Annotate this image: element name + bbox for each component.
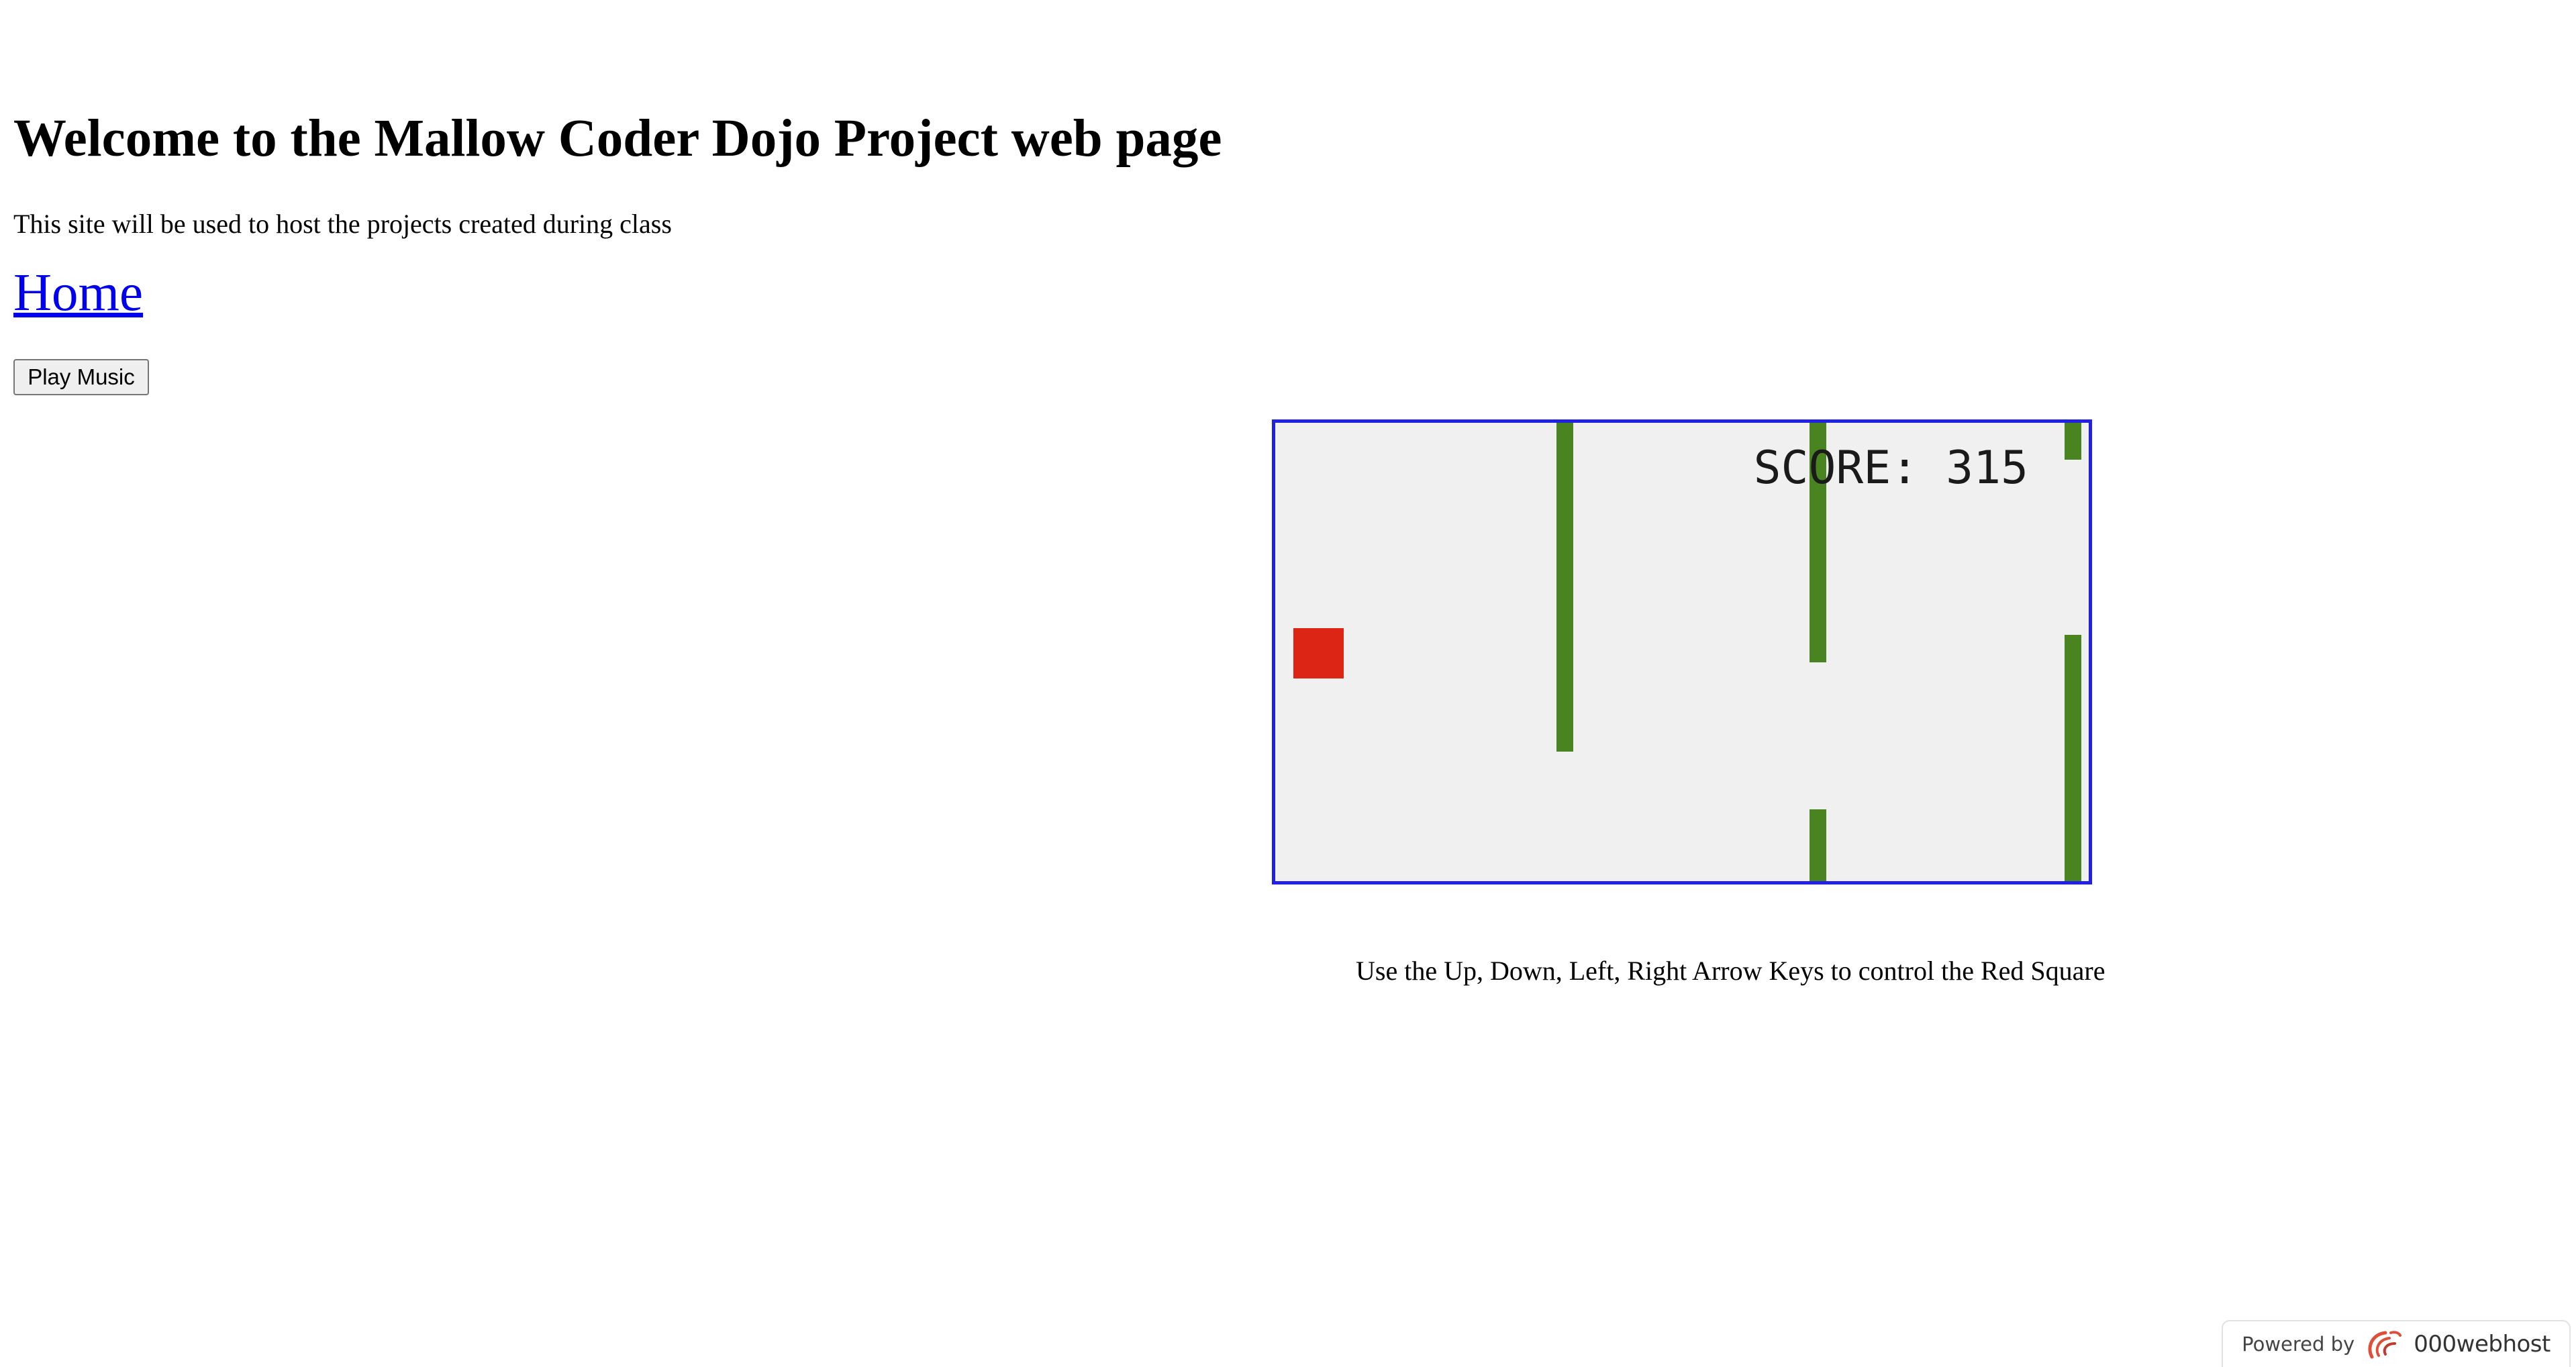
powered-by-label: Powered by [2242, 1333, 2355, 1356]
play-music-button[interactable]: Play Music [13, 359, 149, 395]
obstacle-top-3 [2065, 423, 2081, 460]
page-title: Welcome to the Mallow Coder Dojo Project… [13, 109, 1222, 168]
powered-by-badge[interactable]: Powered by 000webhost [2222, 1320, 2571, 1367]
home-link[interactable]: Home [13, 262, 143, 325]
000webhost-logo-icon [2365, 1327, 2403, 1361]
obstacle-bottom-2 [1810, 809, 1826, 881]
player-red-square [1293, 628, 1344, 678]
obstacle-bottom-3 [2065, 635, 2081, 881]
obstacle-top-1 [1556, 423, 1573, 752]
game-instructions: Use the Up, Down, Left, Right Arrow Keys… [1356, 956, 2106, 986]
host-name: 000webhost [2414, 1331, 2550, 1358]
game-canvas[interactable]: SCORE: 315 [1272, 419, 2092, 884]
page-subtitle: This site will be used to host the proje… [13, 209, 672, 239]
score-display: SCORE: 315 [1753, 442, 2028, 495]
